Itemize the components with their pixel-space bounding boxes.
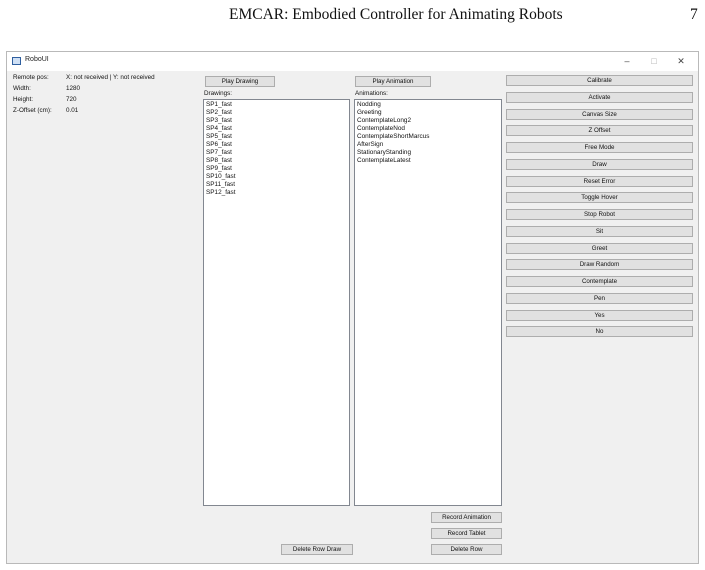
height-value: 720 (66, 96, 77, 103)
drawings-list-item[interactable]: SP9_fast (206, 165, 347, 173)
record-tablet-button[interactable]: Record Tablet (431, 528, 502, 539)
height-label: Height: (13, 96, 33, 103)
window-titlebar[interactable]: RoboUI – □ ✕ (7, 52, 698, 71)
drawings-label: Drawings: (204, 90, 232, 97)
drawings-list[interactable]: SP1_fast SP2_fast SP3_fast SP4_fast SP5_fast… (203, 99, 350, 506)
maximize-icon[interactable]: □ (644, 54, 664, 68)
drawings-list-item[interactable]: SP1_fast (206, 101, 347, 109)
drawings-list-item[interactable]: SP7_fast (206, 149, 347, 157)
zoffset-value: 0.01 (66, 107, 79, 114)
stop-robot-button[interactable]: Stop Robot (506, 209, 693, 220)
drawings-list-item[interactable]: SP6_fast (206, 141, 347, 149)
animations-list-item[interactable]: AfterSign (357, 141, 499, 149)
animations-label: Animations: (355, 90, 388, 97)
minimize-icon[interactable]: – (617, 54, 637, 68)
roboui-window: RoboUI – □ ✕ Remote pos: X: not received… (6, 51, 699, 564)
close-icon[interactable]: ✕ (671, 54, 691, 68)
animations-list-item[interactable]: ContemplateShortMarcus (357, 133, 499, 141)
free-mode-button[interactable]: Free Mode (506, 142, 693, 153)
drawings-list-item[interactable]: SP8_fast (206, 157, 347, 165)
remote-pos-label: Remote pos: (13, 74, 49, 81)
calibrate-button[interactable]: Calibrate (506, 75, 693, 86)
animations-list[interactable]: Nodding Greeting ContemplateLong2 Contempla… (354, 99, 502, 506)
greet-button[interactable]: Greet (506, 242, 693, 254)
drawings-list-item[interactable]: SP5_fast (206, 133, 347, 141)
play-animation-button[interactable]: Play Animation (355, 76, 431, 87)
zoffset-label: Z-Offset (cm): (13, 107, 52, 114)
drawings-list-item[interactable]: SP11_fast (206, 181, 347, 189)
delete-row-button[interactable]: Delete Row (431, 544, 502, 555)
canvas-size-button[interactable]: Canvas Size (506, 108, 693, 120)
draw-button[interactable]: Draw (506, 158, 693, 170)
app-window-icon (12, 57, 21, 65)
animations-list-item[interactable]: ContemplateLatest (357, 157, 499, 165)
animations-list-item[interactable]: Greeting (357, 109, 499, 117)
record-animation-button[interactable]: Record Animation (431, 512, 502, 523)
drawings-list-item[interactable]: SP4_fast (206, 125, 347, 133)
no-button[interactable]: No (506, 326, 693, 338)
z-offset-button[interactable]: Z Offset (506, 125, 693, 137)
animations-list-item[interactable]: ContemplateLong2 (357, 117, 499, 125)
drawings-list-item[interactable]: SP2_fast (206, 109, 347, 117)
play-drawing-button[interactable]: Play Drawing (205, 76, 275, 87)
delete-row-draw-button[interactable]: Delete Row Draw (281, 544, 353, 555)
drawings-list-item[interactable]: SP10_fast (206, 173, 347, 181)
remote-pos-value: X: not received | Y: not received (66, 74, 155, 81)
window-title: RoboUI (25, 56, 49, 63)
pen-button[interactable]: Pen (506, 292, 693, 304)
animations-list-item[interactable]: Nodding (357, 101, 499, 109)
sit-button[interactable]: Sit (506, 225, 693, 237)
paper-header-title: EMCAR: Embodied Controller for Animating… (229, 6, 563, 23)
animations-list-item[interactable]: ContemplateNod (357, 125, 499, 133)
drawings-list-item[interactable]: SP3_fast (206, 117, 347, 125)
animations-list-item[interactable]: StationaryStanding (357, 149, 499, 157)
activate-button[interactable]: Activate (506, 91, 693, 103)
paper-page-number: 7 (690, 6, 698, 23)
draw-random-button[interactable]: Draw Random (506, 259, 693, 271)
reset-error-button[interactable]: Reset Error (506, 175, 693, 187)
contemplate-button[interactable]: Contemplate (506, 276, 693, 287)
width-value: 1280 (66, 85, 81, 92)
toggle-hover-button[interactable]: Toggle Hover (506, 192, 693, 204)
drawings-list-item[interactable]: SP12_fast (206, 189, 347, 197)
width-label: Width: (13, 85, 31, 92)
yes-button[interactable]: Yes (506, 309, 693, 321)
